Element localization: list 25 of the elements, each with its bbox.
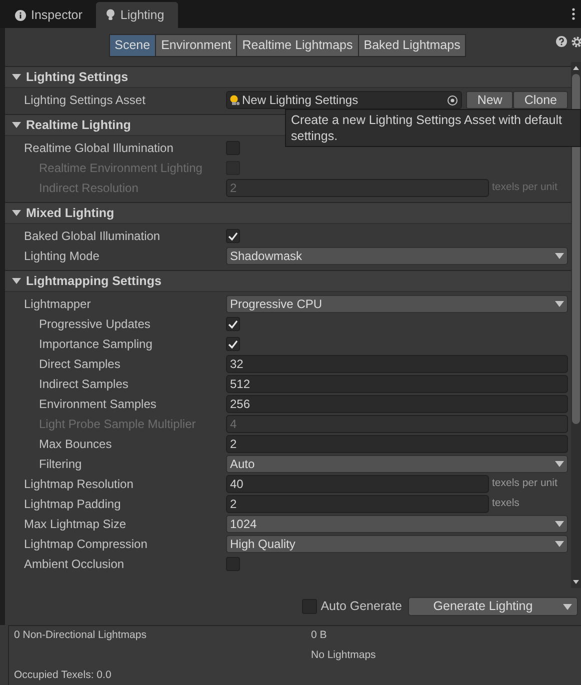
field-label: Lighting Settings Asset (23, 92, 146, 109)
field-label: Filtering (38, 456, 83, 473)
field-label: Lighting Mode (23, 248, 100, 265)
stats-text: 0 B (311, 628, 328, 644)
tooltip: Create a new Lighting Settings Asset with default settings. (285, 109, 581, 147)
field-label: Environment Samples (38, 396, 158, 413)
field-label: Direct Samples (38, 356, 122, 373)
stats-text: 0 Non-Directional Lightmaps (14, 628, 148, 644)
field-label: Lightmap Padding (23, 496, 122, 513)
stats-text: No Lightmaps (311, 648, 377, 664)
stats-text: Occupied Texels: 0.0 (14, 668, 112, 684)
field-label: Lightmap Resolution (23, 476, 134, 493)
field-label: Max Lightmap Size (23, 516, 128, 533)
field-label: Importance Sampling (38, 336, 154, 353)
field-label: Baked Global Illumination (23, 228, 162, 245)
field-label: Realtime Global Illumination (23, 140, 174, 157)
unit-label: texels (492, 496, 520, 512)
field-label: Lightmap Compression (23, 536, 148, 553)
unit-label: texels per unit (492, 476, 558, 492)
field-label: Ambient Occlusion (23, 556, 126, 573)
field-label: Progressive Updates (38, 316, 152, 333)
field-label: Lightmapper (23, 296, 92, 313)
field-label: Max Bounces (38, 436, 113, 453)
field-label: Indirect Samples (38, 376, 130, 393)
checkbox-label: Auto Generate (320, 598, 402, 616)
